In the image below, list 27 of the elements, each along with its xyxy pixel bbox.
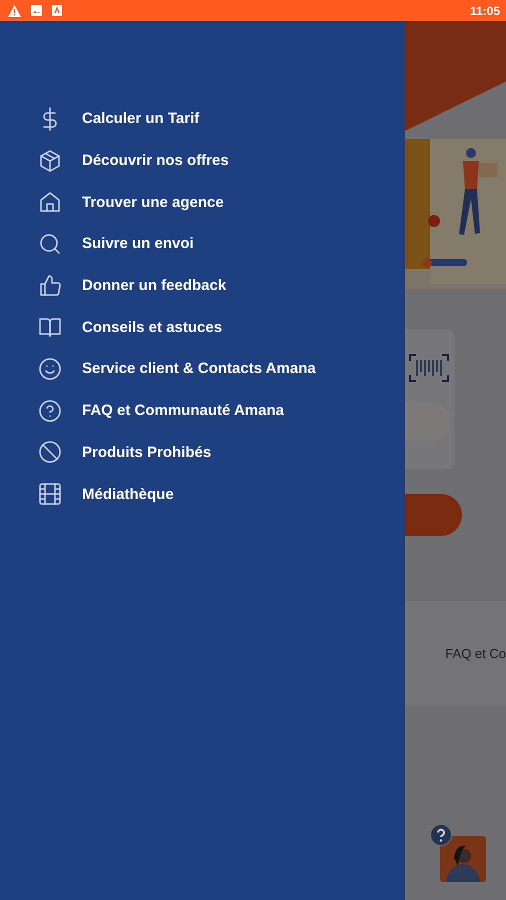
submit-button[interactable] (405, 494, 462, 536)
menu-item[interactable]: Médiathèque (82, 486, 174, 503)
thumb-icon (38, 274, 62, 298)
menu-item[interactable]: Conseils et astuces (82, 318, 222, 336)
menu-item[interactable]: Service client & Contacts Amana (82, 360, 316, 378)
film-icon (38, 482, 62, 506)
forbidden-icon (38, 440, 62, 464)
menu-item[interactable]: Donner un feedback (82, 277, 226, 294)
menu-item[interactable]: Calculer un Tarif (82, 110, 200, 128)
help-icon[interactable] (430, 824, 452, 846)
warning-icon (8, 4, 21, 16)
menu-item[interactable]: FAQ et Communauté Amana (82, 402, 284, 420)
barcode-icon (409, 354, 449, 382)
menu-item[interactable]: Suivre un envoi (82, 235, 194, 252)
status-time: 11:05 (470, 4, 500, 18)
help-icon (38, 398, 62, 423)
menu-item[interactable]: Trouver une agence (82, 194, 224, 211)
input-field[interactable] (405, 402, 451, 442)
menu-item[interactable]: Découvrir nos offres (82, 152, 229, 170)
smile-icon (38, 356, 62, 381)
notification-icon (52, 5, 62, 16)
home-icon (38, 190, 62, 214)
shortcut-label[interactable]: FAQ et Co (445, 646, 506, 661)
menu-item[interactable]: Produits Prohibés (82, 444, 212, 461)
image-icon (31, 5, 42, 16)
box-icon (38, 148, 62, 173)
search-icon (38, 232, 62, 256)
